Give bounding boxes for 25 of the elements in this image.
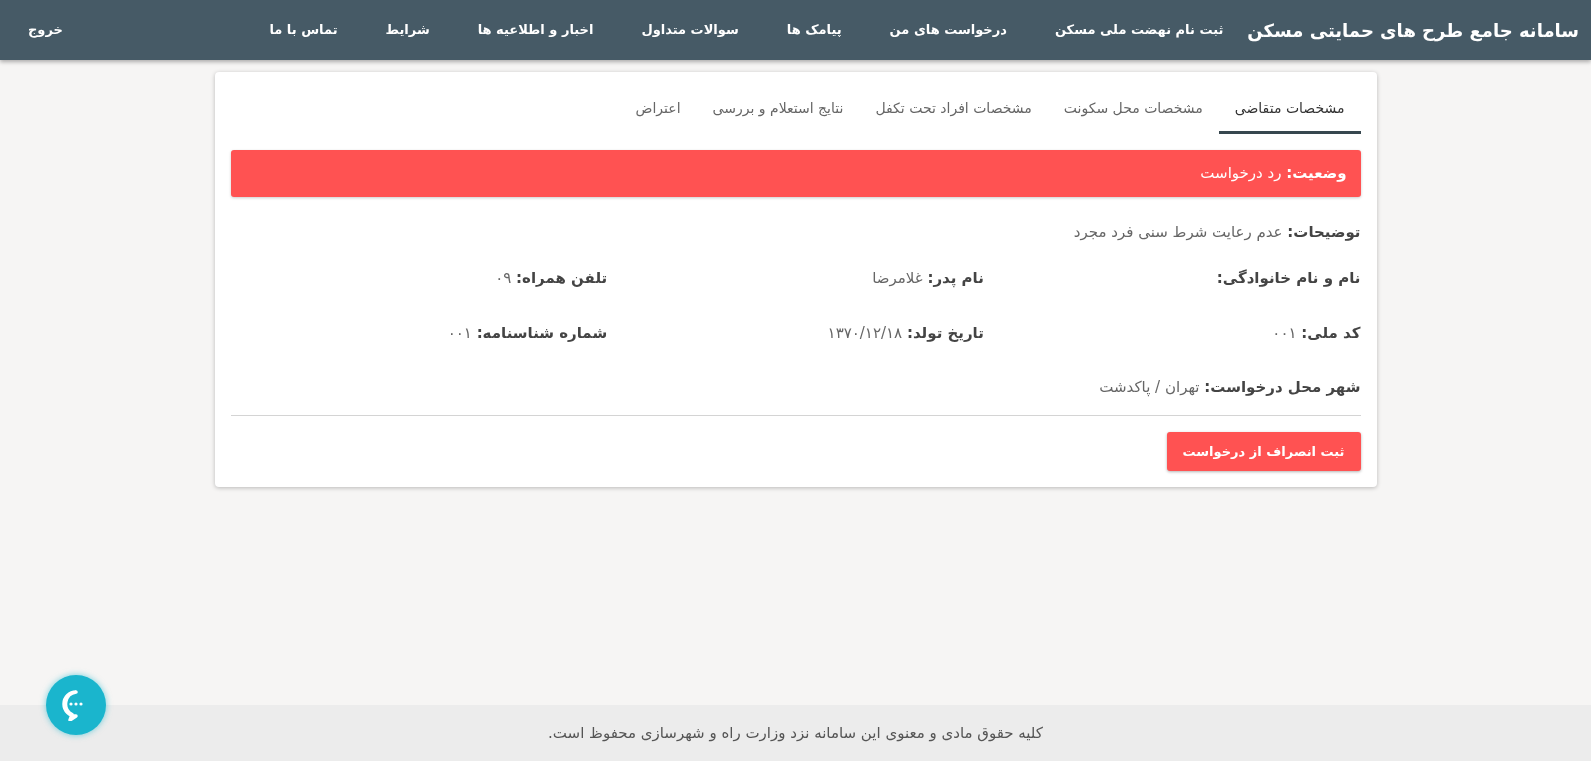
- tab[interactable]: اعتراض: [619, 90, 697, 134]
- field-text: تاریخ تولد: ۱۳۷۰/۱۲/۱۸: [827, 322, 984, 344]
- field-text: شماره شناسنامه: ۰۰۱: [447, 322, 608, 344]
- nav-link[interactable]: پیامک ها: [786, 20, 842, 40]
- field-text: کد ملی: ۰۰۱: [1272, 322, 1361, 344]
- tab[interactable]: مشخصات محل سکونت: [1047, 90, 1219, 134]
- site-title: سامانه جامع طرح های حمایتی مسکن: [1247, 18, 1579, 44]
- nav-link[interactable]: اخبار و اطلاعیه ها: [477, 20, 594, 40]
- status-alert: وضعیت: رد درخواست: [230, 150, 1361, 197]
- nav-link[interactable]: شرایط: [385, 20, 430, 40]
- nav-link[interactable]: ثبت نام نهضت ملی مسکن: [1054, 20, 1224, 40]
- field-text: نام پدر: غلامرضا: [872, 268, 984, 290]
- nav-link[interactable]: درخواست های من: [889, 20, 1007, 40]
- chat-button[interactable]: [46, 675, 106, 735]
- footer-text: کلیه حقوق مادی و معنوی این سامانه نزد وزارت راه و شهرسازی محفوظ است.: [548, 722, 1043, 744]
- nav-link[interactable]: تماس با ما: [269, 20, 338, 40]
- tab[interactable]: نتایج استعلام و بررسی: [696, 90, 860, 134]
- field-text: تلفن همراه: ۰۹: [495, 268, 608, 289]
- field-text: شهر محل درخواست: تهران / پاکدشت: [1098, 377, 1361, 399]
- logout-link[interactable]: خروج: [28, 20, 63, 40]
- tab[interactable]: مشخصات متقاضی: [1218, 90, 1361, 134]
- tab[interactable]: مشخصات افراد تحت تکفل: [859, 90, 1048, 134]
- field-text: توضیحات: عدم رعایت شرط سنی فرد مجرد: [1072, 221, 1361, 243]
- field-text: نام و نام خانوادگی:: [1216, 268, 1361, 289]
- nav-link[interactable]: سوالات متداول: [641, 20, 739, 40]
